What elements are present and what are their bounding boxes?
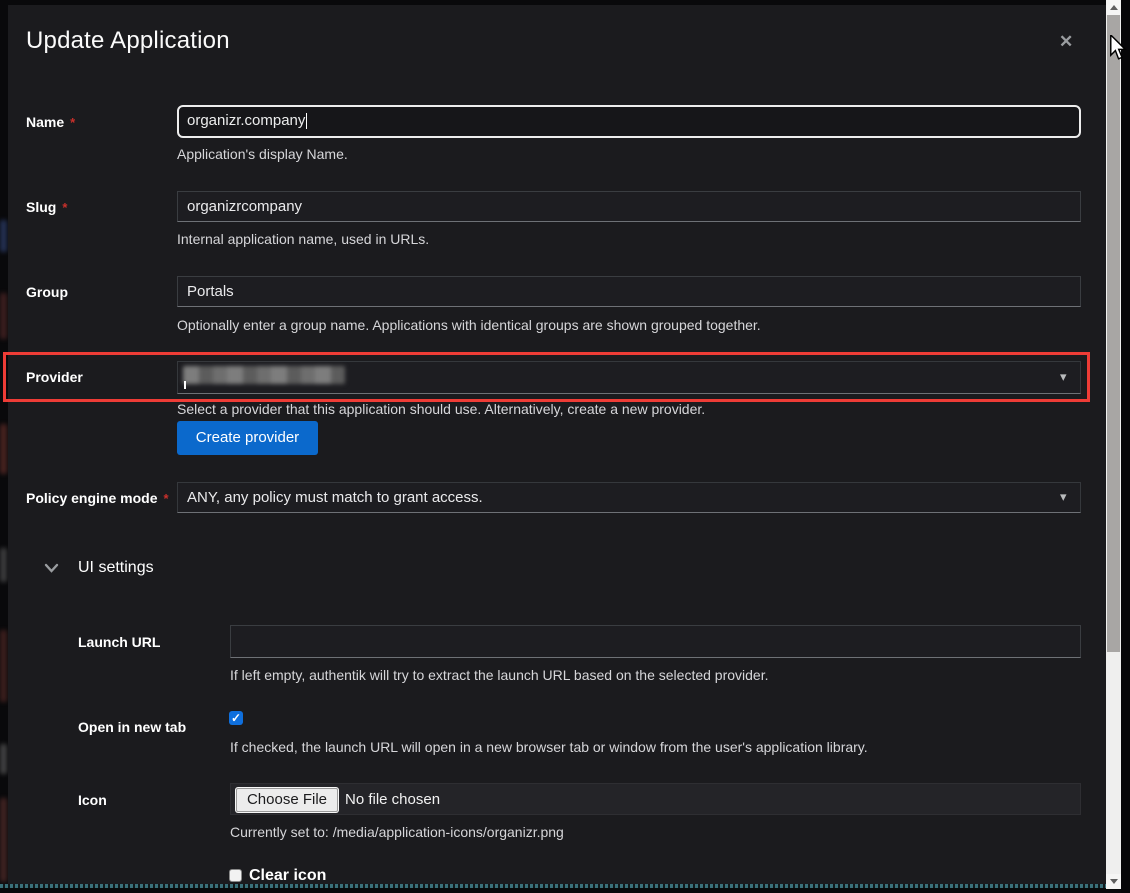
slug-field-label: Slug*	[26, 199, 67, 217]
launch-url-input[interactable]	[230, 625, 1081, 658]
provider-field-label: Provider	[26, 369, 83, 385]
scrollbar-up-button[interactable]	[1106, 0, 1121, 15]
chevron-down-icon[interactable]	[44, 561, 59, 579]
text-cursor	[306, 113, 307, 129]
name-input-value: organizr.company	[187, 112, 305, 129]
required-asterisk: *	[62, 200, 67, 215]
name-input[interactable]: organizr.company	[177, 105, 1081, 138]
background-artifact	[0, 548, 7, 582]
ui-settings-header[interactable]: UI settings	[78, 559, 154, 577]
clear-icon-label: Clear icon	[249, 867, 326, 885]
scrollbar-down-icon	[1110, 879, 1118, 884]
group-help-text: Optionally enter a group name. Applicati…	[177, 317, 761, 333]
required-asterisk: *	[163, 491, 168, 506]
policy-engine-mode-value: ANY, any policy must match to grant acce…	[187, 489, 483, 506]
close-icon[interactable]: ✕	[1059, 33, 1073, 50]
clear-icon-checkbox[interactable]	[229, 869, 242, 882]
icon-help-text: Currently set to: /media/application-ico…	[230, 824, 564, 840]
background-artifact	[0, 798, 7, 882]
slug-input[interactable]: organizrcompany	[177, 191, 1081, 222]
open-in-new-tab-label: Open in new tab	[78, 719, 186, 735]
group-field-label: Group	[26, 284, 68, 300]
chevron-down-icon[interactable]: ▾	[1060, 369, 1067, 385]
mouse-cursor	[1109, 35, 1127, 66]
policy-engine-mode-label: Policy engine mode*	[26, 490, 169, 508]
provider-help-text: Select a provider that this application …	[177, 401, 705, 417]
open-in-new-tab-help-text: If checked, the launch URL will open in …	[230, 739, 868, 755]
background-artifact	[0, 424, 7, 474]
scrollbar-thumb[interactable]	[1107, 15, 1120, 652]
text-cursor	[184, 381, 186, 389]
launch-url-help-text: If left empty, authentik will try to ext…	[230, 667, 769, 683]
scrollbar-up-icon	[1110, 5, 1118, 10]
required-asterisk: *	[70, 115, 75, 130]
scrollbar-down-button[interactable]	[1106, 874, 1121, 889]
name-help-text: Application's display Name.	[177, 146, 348, 162]
group-input-value: Portals	[187, 283, 234, 300]
page-title: Update Application	[26, 27, 230, 55]
icon-field-label: Icon	[78, 792, 107, 808]
launch-url-label: Launch URL	[78, 634, 160, 650]
policy-engine-mode-select[interactable]: ANY, any policy must match to grant acce…	[177, 482, 1081, 513]
background-artifact	[0, 220, 7, 252]
page-bottom-gap	[0, 888, 1130, 893]
open-in-new-tab-checkbox[interactable]: ✓	[229, 711, 243, 725]
chevron-down-icon[interactable]: ▾	[1060, 489, 1067, 505]
window-right-edge	[1121, 0, 1130, 893]
create-provider-button[interactable]: Create provider	[177, 421, 318, 455]
background-artifact	[0, 744, 7, 774]
group-input[interactable]: Portals	[177, 276, 1081, 307]
name-field-label: Name*	[26, 114, 75, 132]
background-artifact	[0, 630, 7, 702]
file-chosen-status: No file chosen	[345, 791, 440, 808]
slug-help-text: Internal application name, used in URLs.	[177, 231, 429, 247]
screen: Update Application ✕ Name* organizr.comp…	[0, 0, 1130, 893]
choose-file-button[interactable]: Choose File	[236, 788, 338, 812]
slug-input-value: organizrcompany	[187, 198, 302, 215]
provider-value-redacted	[183, 366, 345, 384]
background-artifact	[0, 293, 7, 339]
